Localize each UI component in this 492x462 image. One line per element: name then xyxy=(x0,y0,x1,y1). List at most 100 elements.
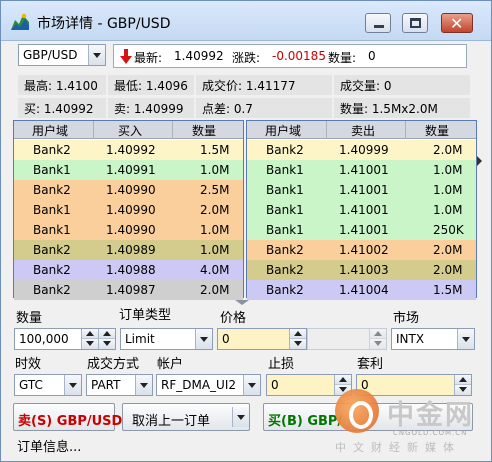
market-value: INTX xyxy=(396,332,425,346)
domain-cell: Bank2 xyxy=(33,143,71,157)
table-row[interactable]: Bank1 1.40990 2.0M xyxy=(14,200,243,220)
spin-up-icon[interactable] xyxy=(82,329,98,339)
stat-spread: 点差: 0.7 xyxy=(196,98,332,118)
table-row[interactable]: Bank1 1.41001 1.0M xyxy=(247,180,476,200)
table-row[interactable]: Bank1 1.41001 1.0M xyxy=(247,160,476,180)
table-row[interactable]: Bank2 1.40992 1.5M xyxy=(14,140,243,160)
table-row[interactable]: Bank1 1.40990 1.0M xyxy=(14,220,243,240)
spin-up-icon[interactable] xyxy=(290,329,306,339)
spin-up-icon[interactable] xyxy=(99,329,115,339)
expand-right-icon[interactable] xyxy=(477,156,482,166)
quantity-value: 100,000 xyxy=(19,332,69,346)
symbol-select[interactable]: GBP/USD xyxy=(18,44,106,66)
chevron-down-icon[interactable] xyxy=(135,375,152,395)
bid-table[interactable]: 用户域 买入 数量 Bank2 1.40992 1.5M Bank1 1.40991 1.… xyxy=(13,120,244,300)
account-label: 帐户 xyxy=(157,357,184,372)
chevron-down-icon[interactable] xyxy=(457,329,474,349)
domain-cell: Bank1 xyxy=(266,183,304,197)
table-row[interactable]: Bank1 1.40991 1.0M xyxy=(14,160,243,180)
ask-table[interactable]: 用户域 卖出 数量 Bank2 1.40999 2.0M Bank1 1.41001 1.… xyxy=(246,120,477,300)
column-header: 买入 xyxy=(118,124,143,138)
tif-select[interactable]: GTC xyxy=(14,374,82,396)
chevron-down-icon[interactable] xyxy=(64,375,81,395)
domain-cell: Bank1 xyxy=(266,223,304,237)
qty-cell: 1.0M xyxy=(200,163,230,177)
minimize-button[interactable] xyxy=(365,13,391,33)
table-row[interactable]: Bank2 1.40987 2.0M xyxy=(14,280,243,300)
qty-value: 0 xyxy=(368,49,376,63)
domain-cell: Bank2 xyxy=(266,263,304,277)
account-value: RF_DMA_UI2 xyxy=(161,378,236,392)
spin-up-icon[interactable] xyxy=(335,375,351,385)
latest-label: 最新: xyxy=(134,51,163,65)
symbol-select-value: GBP/USD xyxy=(23,48,78,62)
chevron-down-icon[interactable] xyxy=(88,45,105,65)
chevron-down-icon[interactable] xyxy=(243,375,260,395)
domain-cell: Bank2 xyxy=(33,283,71,297)
title-bar[interactable]: 市场详情 - GBP/USD ✕ xyxy=(1,1,491,41)
sell-button[interactable]: 卖(S) GBP/USD xyxy=(13,403,122,431)
table-row[interactable]: Bank2 1.40999 2.0M xyxy=(247,140,476,160)
market-detail-window: 市场详情 - GBP/USD ✕ GBP/USD 最新: 1.40992 涨跌:… xyxy=(0,0,492,462)
latest-value: 1.40992 xyxy=(174,49,224,63)
qty-cell: 1.0M xyxy=(433,163,463,177)
table-row[interactable]: Bank1 1.41001 1.0M xyxy=(247,200,476,220)
stat-buy: 买: 1.40992 xyxy=(18,98,106,118)
qty-cell: 1.0M xyxy=(433,183,463,197)
price-cell: 1.40999 xyxy=(339,143,389,157)
cancel-dropdown[interactable] xyxy=(231,407,249,427)
qty-cell: 2.0M xyxy=(433,243,463,257)
change-label: 涨跌: xyxy=(232,51,261,65)
table-row[interactable]: Bank2 1.40989 1.0M xyxy=(14,240,243,260)
expand-down-icon[interactable] xyxy=(227,299,257,306)
chevron-down-icon[interactable] xyxy=(232,407,249,427)
quantity-stepper[interactable]: 100,000 xyxy=(14,328,116,350)
price-cell: 1.40992 xyxy=(106,143,156,157)
spin-down-icon[interactable] xyxy=(82,339,98,349)
price-stepper[interactable]: 0 xyxy=(217,328,307,350)
order-type-value: Limit xyxy=(125,332,155,346)
account-select[interactable]: RF_DMA_UI2 xyxy=(156,374,261,396)
table-row[interactable]: Bank2 1.41003 2.0M xyxy=(247,260,476,280)
table-row[interactable]: Bank2 1.40990 2.5M xyxy=(14,180,243,200)
tif-value: GTC xyxy=(19,378,43,392)
price-cell: 1.41001 xyxy=(339,163,389,177)
window-title: 市场详情 - GBP/USD xyxy=(37,16,171,32)
price-cell: 1.40990 xyxy=(106,183,156,197)
maximize-button[interactable] xyxy=(402,13,428,33)
stat-volume: 成交量: 0 xyxy=(334,75,470,95)
table-row[interactable]: Bank2 1.40988 4.0M xyxy=(14,260,243,280)
watermark-tagline: 中文财经新媒体 xyxy=(335,441,461,454)
order-type-select[interactable]: Limit xyxy=(120,328,213,350)
table-row[interactable]: Bank2 1.41004 1.5M xyxy=(247,280,476,300)
spin-up-icon[interactable] xyxy=(455,375,471,385)
price-cell: 1.40990 xyxy=(106,223,156,237)
stat-qty: 数量: 1.5Mx2.0M xyxy=(334,98,470,118)
watermark-url: CNGOLD.COM.CN xyxy=(393,429,468,437)
price-down-arrow-icon xyxy=(120,49,132,64)
quantity-spin-secondary[interactable] xyxy=(98,329,115,349)
quantity-spin[interactable] xyxy=(81,329,98,349)
price-spin[interactable] xyxy=(289,329,306,349)
domain-cell: Bank1 xyxy=(33,223,71,237)
table-row[interactable]: Bank1 1.41001 250K xyxy=(247,220,476,240)
qty-cell: 2.0M xyxy=(433,143,463,157)
qty-cell: 1.5M xyxy=(433,283,463,297)
market-select[interactable]: INTX xyxy=(391,328,475,350)
stat-trade-price: 成交价: 1.41177 xyxy=(196,75,332,95)
price-cell: 1.40988 xyxy=(106,263,156,277)
table-row[interactable]: Bank2 1.41002 2.0M xyxy=(247,240,476,260)
spin-down-icon[interactable] xyxy=(290,339,306,349)
price-cell: 1.41002 xyxy=(339,243,389,257)
fill-type-select[interactable]: PART xyxy=(86,374,153,396)
close-button[interactable]: ✕ xyxy=(441,13,473,33)
cancel-last-order-button[interactable]: 取消上一订单 xyxy=(122,403,250,431)
table-header: 用户域 卖出 数量 xyxy=(247,121,476,139)
domain-cell: Bank2 xyxy=(266,283,304,297)
price-field-label: 价格 xyxy=(220,311,247,326)
spin-down-icon[interactable] xyxy=(99,339,115,349)
domain-cell: Bank1 xyxy=(266,203,304,217)
price-cell: 1.41001 xyxy=(339,203,389,217)
chevron-down-icon[interactable] xyxy=(195,329,212,349)
column-header: 用户域 xyxy=(32,124,69,138)
